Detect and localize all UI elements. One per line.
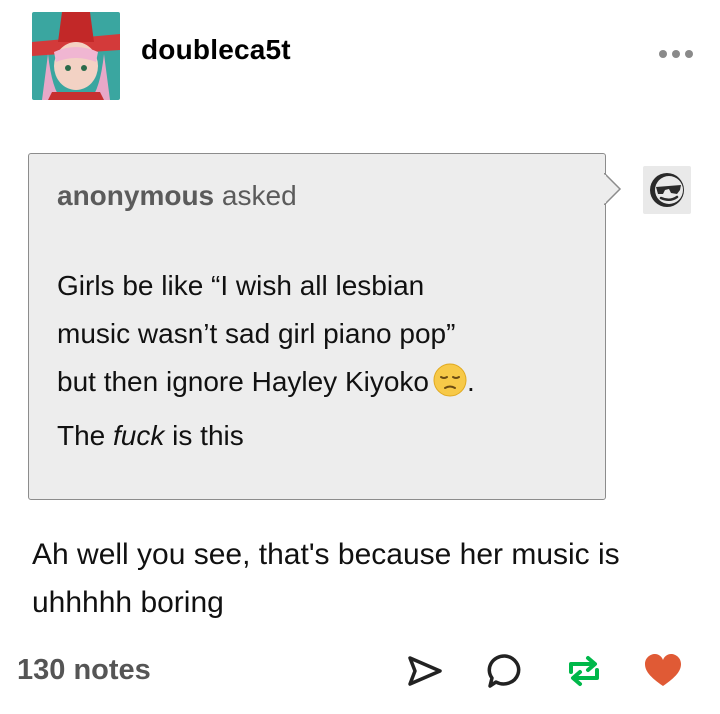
question-line: The fuck is this [57,412,577,460]
question-line-text: but then ignore Hayley Kiyoko [57,366,429,397]
question-text: Girls be like “I wish all lesbian music … [57,262,577,460]
question-text-post: is this [164,420,244,451]
username[interactable]: doubleca5t [141,34,291,66]
notes-count[interactable]: 130 notes [17,654,151,687]
post-header: doubleca5t [0,0,720,110]
ask-pointer [604,173,622,205]
avatar[interactable] [32,12,120,100]
reply-icon[interactable] [484,650,526,692]
pensive-face-emoji [433,363,467,412]
share-icon[interactable] [404,650,446,692]
sunglasses-face-icon[interactable] [643,166,691,214]
question-line: music wasn’t sad girl piano pop” [57,318,456,349]
post-footer: 130 notes [0,640,720,704]
answer-text: Ah well you see, that's because her musi… [32,531,692,627]
answer-line: Ah well you see, that's because her musi… [32,538,620,571]
question-text-emphasis: fuck [113,420,165,451]
reblog-icon[interactable] [563,650,605,692]
answer-line: uhhhhh boring [32,586,224,619]
question-line-end: . [467,366,475,397]
question-text-pre: The [57,420,114,451]
asked-label: asked [221,180,297,211]
asker-name: anonymous [57,180,215,211]
heart-icon[interactable] [642,650,684,692]
question-line: but then ignore Hayley Kiyoko. [57,358,577,412]
more-horizontal-icon[interactable] [659,46,697,62]
ask-box: anonymous asked Girls be like “I wish al… [28,153,606,500]
question-line: Girls be like “I wish all lesbian [57,270,425,301]
asker-line: anonymous asked [57,180,297,212]
